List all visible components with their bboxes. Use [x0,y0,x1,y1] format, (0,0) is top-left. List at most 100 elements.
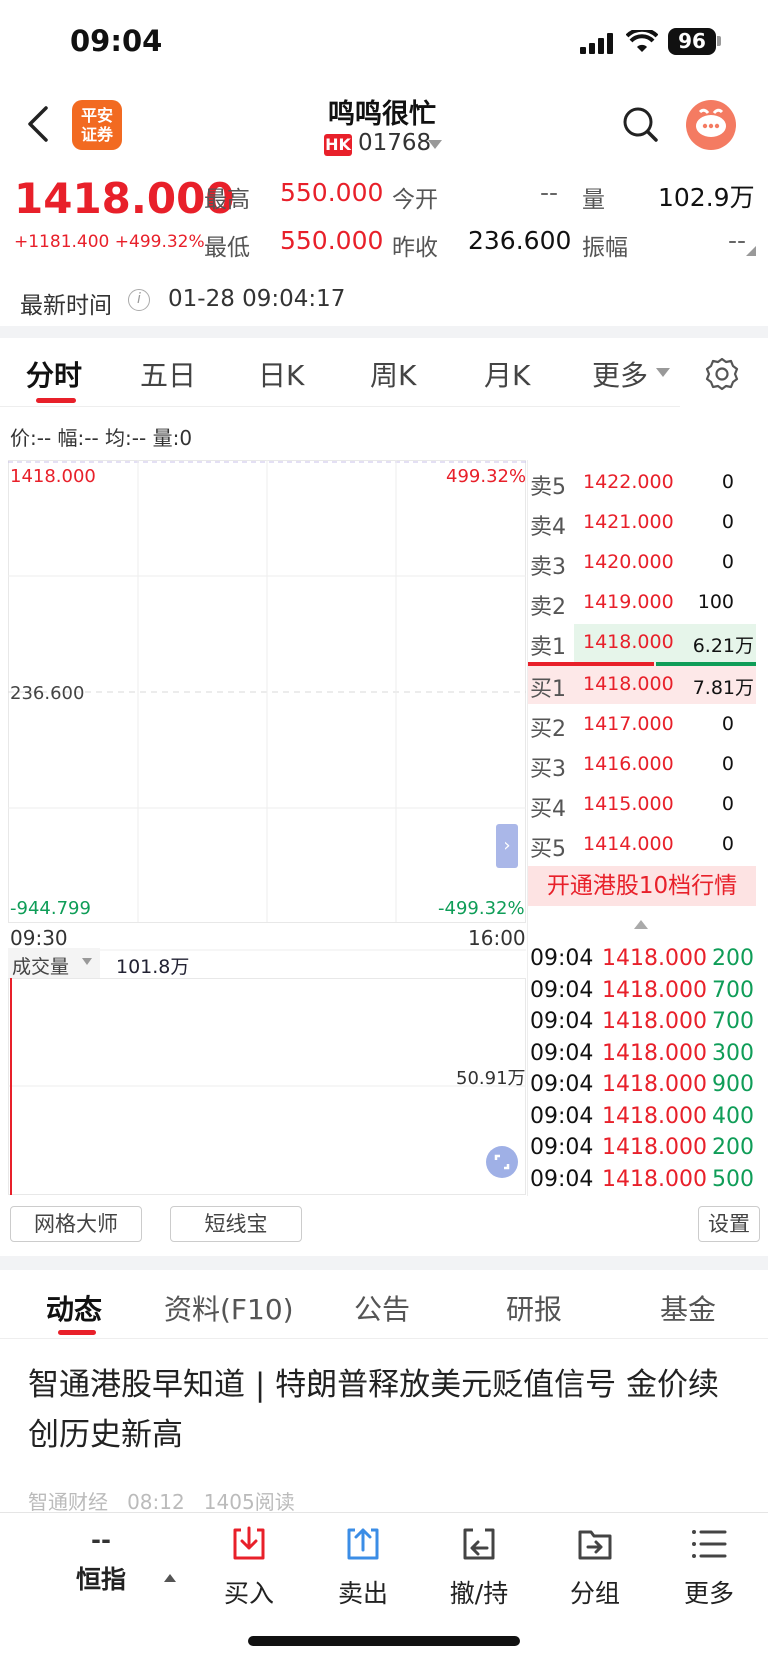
open-value: -- [540,178,559,207]
short-term-button[interactable]: 短线宝 [170,1206,302,1242]
news-headline[interactable]: 智通港股早知道 | 特朗普释放美元贬值信号 金价续创历史新高 [28,1360,738,1460]
tab-daily-k[interactable]: 日K [258,354,304,394]
chart-mid-price: 236.600 [10,683,85,704]
buy-icon [233,1526,265,1560]
chevron-up-icon[interactable] [164,1574,176,1582]
last-price: 1418.000 [14,174,235,223]
news-meta: 智通财经 08:12 1405阅读 [28,1486,295,1515]
fullscreen-icon[interactable] [486,1146,518,1178]
tab-five-day[interactable]: 五日 [140,354,196,394]
folder-icon [578,1530,612,1560]
tick-row: 09:04 1418.000 200 [530,1135,754,1160]
chevron-down-icon[interactable] [82,958,92,965]
order-book-ask-5[interactable]: 卖5 1422.000 0 [528,462,756,502]
divider [0,1338,768,1339]
order-book-ask-1[interactable]: 卖1 1418.000 6.21万 [528,622,756,662]
news-source: 智通财经 [28,1490,108,1514]
order-book-bid-4[interactable]: 买4 1415.000 0 [528,784,756,824]
chevron-down-icon[interactable] [428,140,442,149]
prev-close-label: 昨收 [392,235,438,261]
index-ticker[interactable]: -- 恒指 [56,1524,146,1596]
volume-mid-value: 50.91万 [456,1068,526,1089]
low-value: 550.000 [280,226,384,255]
open-hk-level2-button[interactable]: 开通港股10档行情 [528,866,756,906]
info-icon[interactable]: i [128,289,150,311]
order-book-ask-4[interactable]: 卖4 1421.000 0 [528,502,756,542]
expand-corner-icon[interactable] [746,246,756,256]
tab-more[interactable]: 更多 [592,354,648,394]
undo-icon [463,1528,495,1560]
divider [0,1256,768,1270]
open-label: 今开 [392,187,438,213]
menu-icon [692,1530,727,1558]
prev-close-value: 236.600 [468,226,572,255]
news-tab-f10[interactable]: 资料(F10) [164,1288,294,1328]
order-book-bid-2[interactable]: 买2 1417.000 0 [528,704,756,744]
high-label: 最高 [204,187,250,213]
news-time: 08:12 [127,1490,185,1514]
latest-time-value: 01-28 09:04:17 [168,286,346,312]
news-tab-active-indicator [58,1330,96,1335]
latest-time-label: 最新时间 [20,293,112,319]
stock-code[interactable]: 01768 [358,130,431,156]
assistant-avatar[interactable] [686,100,736,150]
crosshair-info: 价:-- 幅:-- 均:-- 量:0 [10,426,193,450]
settings-button[interactable]: 设置 [698,1206,760,1242]
more-button[interactable]: 更多 [664,1524,754,1610]
news-tab-dynamics[interactable]: 动态 [46,1288,102,1328]
wifi-icon [626,30,658,52]
tick-row: 09:04 1418.000 700 [530,1009,754,1034]
order-book-ask-2[interactable]: 卖2 1419.000 100 [528,582,756,622]
battery-indicator: 96 [668,28,716,55]
chevron-up-icon[interactable] [634,920,648,929]
search-icon[interactable] [620,104,660,144]
chart-top-pct: 499.32% [446,466,527,487]
order-book-bid-1[interactable]: 买1 1418.000 7.81万 [528,664,756,704]
tick-row: 09:04 1418.000 900 [530,1072,754,1097]
news-tab-announcements[interactable]: 公告 [354,1288,410,1328]
market-badge: HK [324,134,352,156]
battery-nub [717,36,721,46]
chat-bubble-icon [696,108,726,137]
chevron-down-icon[interactable] [656,368,670,377]
status-bar: 09:04 96 [0,0,768,90]
order-book-bid-5[interactable]: 买5 1414.000 0 [528,824,756,864]
tab-intraday[interactable]: 分时 [26,354,82,394]
stock-name: 鸣鸣很忙 [328,99,436,130]
signal-icon [580,32,616,54]
tab-weekly-k[interactable]: 周K [370,354,416,394]
broker-logo[interactable]: 平安 证券 [72,100,122,150]
chart-start-time: 09:30 [10,926,68,950]
status-time: 09:04 [70,24,163,58]
expand-panel-button[interactable]: › [496,824,518,868]
volume-chart-label[interactable]: 成交量 [12,952,69,979]
tab-monthly-k[interactable]: 月K [484,354,530,394]
volume-chart-value: 101.8万 [116,956,190,978]
sell-icon [347,1528,379,1560]
home-indicator[interactable] [248,1636,520,1646]
news-tab-research[interactable]: 研报 [506,1288,562,1328]
volume-chart[interactable] [8,978,526,1196]
chart-bottom-price: -944.799 [10,898,91,919]
amplitude-label: 振幅 [582,235,628,261]
grid-master-button[interactable]: 网格大师 [10,1206,142,1242]
tick-row: 09:04 1418.000 400 [530,1104,754,1129]
intraday-chart[interactable] [8,460,526,952]
price-change: +1181.400 +499.32% [14,232,205,252]
divider [0,326,768,338]
sell-button[interactable]: 卖出 [318,1524,408,1610]
group-button[interactable]: 分组 [550,1524,640,1610]
news-tab-funds[interactable]: 基金 [660,1288,716,1328]
tick-row: 09:04 1418.000 500 [530,1167,754,1192]
chart-top-price: 1418.000 [10,466,96,487]
amplitude-value: -- [728,226,747,255]
back-icon[interactable] [22,104,58,144]
buy-button[interactable]: 买入 [204,1524,294,1610]
index-label: 恒指 [75,1565,126,1594]
order-book-ask-3[interactable]: 卖3 1420.000 0 [528,542,756,582]
order-book-bid-3[interactable]: 买3 1416.000 0 [528,744,756,784]
gear-icon[interactable] [704,356,740,392]
high-value: 550.000 [280,178,384,207]
cancel-hold-button[interactable]: 撤/持 [434,1524,524,1610]
tick-row: 09:04 1418.000 700 [530,978,754,1003]
